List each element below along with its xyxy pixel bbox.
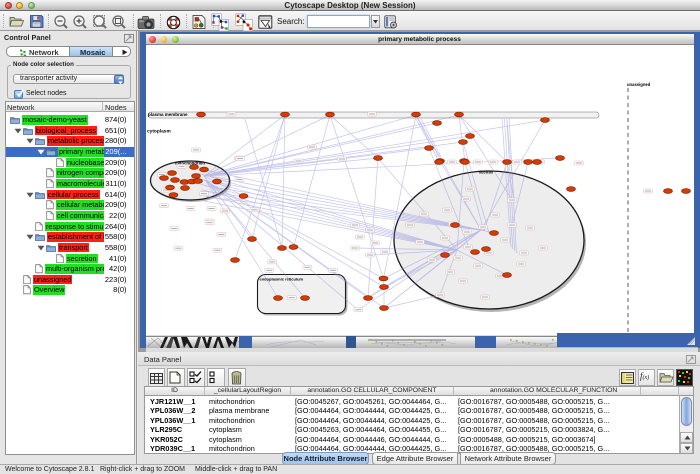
- svg-text:endoplasmic reticulum: endoplasmic reticulum: [259, 277, 303, 282]
- svg-text:nucleus: nucleus: [478, 171, 492, 175]
- svg-text:cytoplasm: cytoplasm: [147, 129, 171, 135]
- svg-text:plasma membrane: plasma membrane: [148, 112, 188, 117]
- svg-text:unassigned: unassigned: [627, 82, 651, 87]
